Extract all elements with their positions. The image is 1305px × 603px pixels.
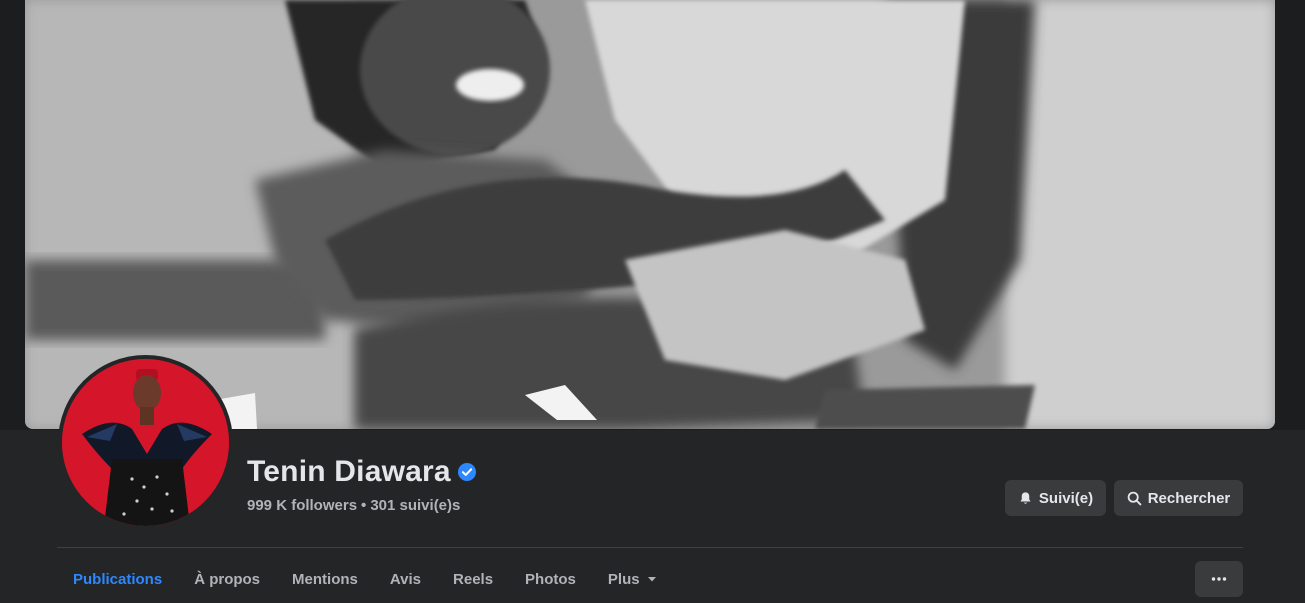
profile-page: Tenin Diawara 999 K followers • 301 suivi(… — [0, 0, 1305, 603]
profile-tabs: Publications À propos Mentions Avis Reel… — [57, 556, 673, 603]
cover-photo-image — [25, 0, 1275, 429]
tab-reviews[interactable]: Avis — [374, 556, 437, 603]
more-options-button[interactable] — [1195, 561, 1243, 597]
profile-divider — [57, 547, 1243, 548]
profile-avatar[interactable] — [58, 355, 233, 530]
tab-reels[interactable]: Reels — [437, 556, 509, 603]
tab-photos[interactable]: Photos — [509, 556, 592, 603]
tab-label: Avis — [389, 571, 422, 588]
search-icon — [1127, 491, 1142, 505]
verified-badge-icon[interactable] — [457, 463, 476, 481]
followers-count[interactable]: 999 K followers — [247, 497, 357, 514]
tab-more[interactable]: Plus — [592, 556, 673, 603]
search-button-label: Rechercher — [1147, 489, 1231, 507]
bell-icon — [1020, 491, 1031, 504]
search-button[interactable]: Rechercher — [1114, 480, 1243, 516]
page-title-row: Tenin Diawara — [247, 455, 476, 489]
tab-mentions[interactable]: Mentions — [276, 556, 374, 603]
tab-about[interactable]: À propos — [178, 556, 276, 603]
follower-stats: 999 K followers • 301 suivi(e)s — [247, 497, 460, 514]
cover-photo[interactable] — [25, 0, 1275, 429]
tab-label: Plus — [607, 571, 640, 588]
tab-label: Photos — [525, 571, 576, 588]
tab-label: Mentions — [292, 571, 358, 588]
tab-label: Publications — [73, 571, 163, 588]
follow-button-label: Suivi(e) — [1038, 489, 1094, 507]
tab-publications[interactable]: Publications — [57, 556, 178, 603]
following-count[interactable]: 301 suivi(e)s — [370, 497, 460, 514]
page-title: Tenin Diawara — [247, 455, 451, 488]
stats-separator: • — [361, 497, 367, 514]
avatar-image — [62, 359, 229, 526]
follow-button[interactable]: Suivi(e) — [1005, 480, 1106, 516]
more-horizontal-icon — [1211, 577, 1227, 581]
caret-down-icon — [647, 577, 656, 582]
tab-label: Reels — [453, 571, 494, 588]
tab-label: À propos — [194, 571, 261, 588]
